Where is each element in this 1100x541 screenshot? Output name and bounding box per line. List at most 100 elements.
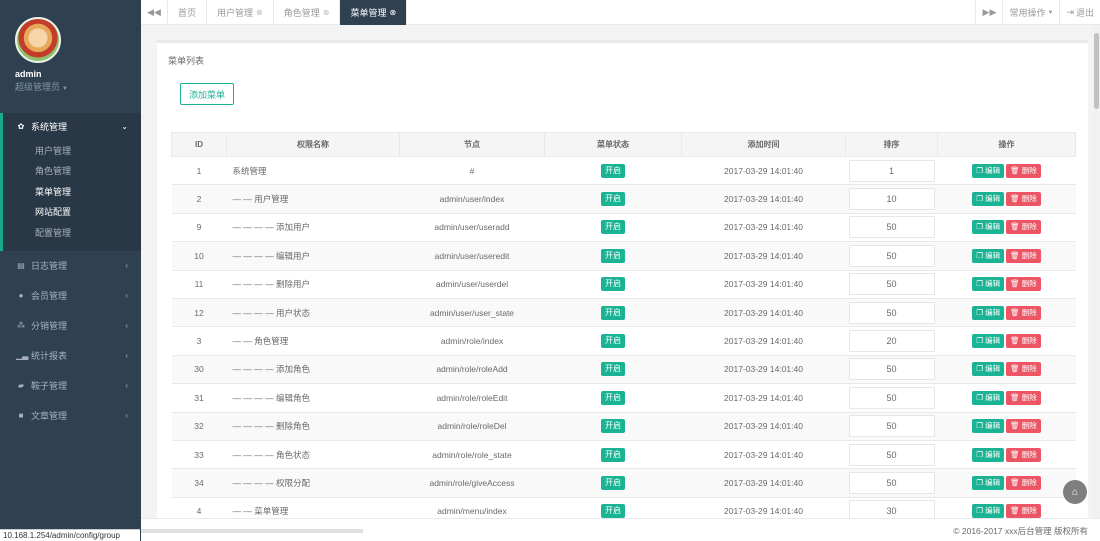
edit-button[interactable]: ❐ 编辑 bbox=[972, 305, 1005, 320]
sort-input[interactable]: 50 bbox=[848, 386, 935, 409]
delete-button[interactable]: 🗑 删除 bbox=[1006, 362, 1041, 377]
tab-menu-management[interactable]: 菜单管理 ⊗ bbox=[340, 0, 408, 25]
tab-role-management[interactable]: 角色管理 ⊗ bbox=[274, 0, 341, 25]
column-header-name[interactable]: 权限名称 bbox=[226, 132, 400, 157]
edit-button[interactable]: ❐ 编辑 bbox=[972, 192, 1005, 207]
delete-button[interactable]: 🗑 删除 bbox=[1006, 334, 1041, 349]
column-header-sort[interactable]: 排序 bbox=[845, 132, 938, 157]
edit-button[interactable]: ❐ 编辑 bbox=[972, 504, 1005, 519]
cell-node: admin/role/role_state bbox=[399, 440, 545, 470]
delete-button[interactable]: 🗑 删除 bbox=[1006, 390, 1041, 405]
status-badge[interactable]: 开启 bbox=[601, 220, 625, 235]
sidebar-item-stats[interactable]: ▁▃ 统计报表 ‹ bbox=[0, 341, 141, 371]
status-badge[interactable]: 开启 bbox=[601, 277, 625, 292]
sort-input[interactable]: 50 bbox=[848, 216, 935, 239]
edit-button[interactable]: ❐ 编辑 bbox=[972, 163, 1005, 178]
sidebar-subitem-users[interactable]: 用户管理 bbox=[3, 140, 141, 161]
tab-home[interactable]: 首页 bbox=[168, 0, 208, 25]
edit-button[interactable]: ❐ 编辑 bbox=[972, 419, 1005, 434]
delete-label: 删除 bbox=[1021, 364, 1037, 374]
column-header-time[interactable]: 添加时间 bbox=[681, 132, 846, 157]
close-icon[interactable]: ⊗ bbox=[389, 8, 396, 17]
sidebar-item-logs[interactable]: ▤ 日志管理 ‹ bbox=[0, 251, 141, 281]
tab-bar: ◀◀ 首页 用户管理 ⊗ 角色管理 ⊗ 菜单管理 ⊗ ▶▶ 常用操作 ▼ ⇥ 退出 bbox=[141, 0, 1100, 25]
status-badge[interactable]: 开启 bbox=[601, 504, 625, 519]
edit-button[interactable]: ❐ 编辑 bbox=[972, 277, 1005, 292]
cell-node: admin/user/user_state bbox=[399, 298, 545, 328]
sidebar-subitem-config[interactable]: 配置管理 bbox=[3, 222, 141, 243]
sort-input[interactable]: 50 bbox=[848, 415, 935, 438]
status-badge[interactable]: 开启 bbox=[601, 419, 625, 434]
sort-input[interactable]: 50 bbox=[848, 443, 935, 466]
common-ops-dropdown[interactable]: 常用操作 ▼ bbox=[1002, 0, 1059, 25]
sort-input[interactable]: 50 bbox=[848, 273, 935, 296]
scrollbar-thumb[interactable] bbox=[1094, 33, 1099, 109]
sort-input[interactable]: 1 bbox=[848, 159, 935, 182]
profile-role-dropdown[interactable]: 超级管理员 ▼ bbox=[15, 80, 68, 93]
sidebar-item-saddle[interactable]: ▰ 鞍子管理 ‹ bbox=[0, 371, 141, 401]
status-badge[interactable]: 开启 bbox=[601, 305, 625, 320]
sort-input[interactable]: 50 bbox=[848, 471, 935, 494]
page-scrollbar[interactable] bbox=[1093, 25, 1100, 529]
sidebar-item-distribution[interactable]: ⁂ 分销管理 ‹ bbox=[0, 311, 141, 341]
status-badge[interactable]: 开启 bbox=[601, 248, 625, 263]
delete-button[interactable]: 🗑 删除 bbox=[1006, 447, 1041, 462]
status-badge[interactable]: 开启 bbox=[601, 475, 625, 490]
column-header-id[interactable]: ID bbox=[171, 132, 227, 157]
add-menu-button[interactable]: 添加菜单 bbox=[180, 83, 234, 105]
close-icon[interactable]: ⊗ bbox=[323, 8, 330, 17]
status-badge[interactable]: 开启 bbox=[601, 334, 625, 349]
delete-button[interactable]: 🗑 删除 bbox=[1006, 192, 1041, 207]
tabs-scroll-right-button[interactable]: ▶▶ bbox=[975, 0, 1002, 25]
delete-button[interactable]: 🗑 删除 bbox=[1006, 163, 1041, 178]
status-badge[interactable]: 开启 bbox=[601, 390, 625, 405]
sidebar-item-members[interactable]: ● 会员管理 ‹ bbox=[0, 281, 141, 311]
edit-button[interactable]: ❐ 编辑 bbox=[972, 334, 1005, 349]
tab-user-management[interactable]: 用户管理 ⊗ bbox=[207, 0, 274, 25]
sort-input[interactable]: 50 bbox=[848, 358, 935, 381]
edit-button[interactable]: ❐ 编辑 bbox=[972, 390, 1005, 405]
home-button[interactable]: ⌂ bbox=[1063, 480, 1087, 504]
cell-actions: ❐ 编辑 🗑 删除 bbox=[937, 412, 1076, 441]
column-header-status[interactable]: 菜单状态 bbox=[544, 132, 682, 157]
delete-button[interactable]: 🗑 删除 bbox=[1006, 475, 1041, 490]
status-badge[interactable]: 开启 bbox=[601, 362, 625, 377]
book-icon: ▰ bbox=[17, 381, 25, 390]
delete-button[interactable]: 🗑 删除 bbox=[1006, 220, 1041, 235]
sidebar-item-label: 文章管理 bbox=[31, 411, 68, 421]
edit-button[interactable]: ❐ 编辑 bbox=[972, 447, 1005, 462]
delete-button[interactable]: 🗑 删除 bbox=[1006, 504, 1041, 519]
sort-input[interactable]: 10 bbox=[848, 188, 935, 211]
sidebar-item-system[interactable]: ✿ 系统管理 ⌄ bbox=[3, 113, 141, 140]
close-icon[interactable]: ⊗ bbox=[256, 8, 263, 17]
delete-button[interactable]: 🗑 删除 bbox=[1006, 419, 1041, 434]
sidebar-subitem-menus[interactable]: 菜单管理 bbox=[3, 181, 141, 202]
edit-label: 编辑 bbox=[985, 307, 1001, 317]
status-badge[interactable]: 开启 bbox=[601, 163, 625, 178]
common-ops-label: 常用操作 bbox=[1009, 8, 1046, 18]
sort-input[interactable]: 50 bbox=[848, 301, 935, 324]
cell-time: 2017-03-29 14:01:40 bbox=[681, 241, 846, 271]
avatar[interactable] bbox=[15, 17, 61, 63]
delete-button[interactable]: 🗑 删除 bbox=[1006, 277, 1041, 292]
column-header-node[interactable]: 节点 bbox=[399, 132, 545, 157]
horizontal-scrollbar[interactable] bbox=[141, 529, 363, 533]
status-badge[interactable]: 开启 bbox=[601, 192, 625, 207]
logout-button[interactable]: ⇥ 退出 bbox=[1059, 0, 1100, 25]
edit-button[interactable]: ❐ 编辑 bbox=[972, 475, 1005, 490]
edit-button[interactable]: ❐ 编辑 bbox=[972, 248, 1005, 263]
edit-button[interactable]: ❐ 编辑 bbox=[972, 220, 1005, 235]
sort-input[interactable]: 50 bbox=[848, 244, 935, 267]
delete-button[interactable]: 🗑 删除 bbox=[1006, 305, 1041, 320]
tabs-scroll-left-button[interactable]: ◀◀ bbox=[141, 0, 168, 25]
sidebar-subitem-site-config[interactable]: 网站配置 bbox=[3, 202, 141, 223]
sidebar-subitem-roles[interactable]: 角色管理 bbox=[3, 161, 141, 182]
cell-status: 开启 bbox=[544, 326, 682, 356]
status-badge[interactable]: 开启 bbox=[601, 447, 625, 462]
menu-list-panel: 菜单列表 添加菜单 ID 权限名称 节点 菜单状态 添加时间 排序 操作 1 系统… bbox=[157, 40, 1088, 530]
sort-input[interactable]: 20 bbox=[848, 330, 935, 353]
edit-button[interactable]: ❐ 编辑 bbox=[972, 362, 1005, 377]
delete-button[interactable]: 🗑 删除 bbox=[1006, 248, 1041, 263]
cell-sort: 20 bbox=[845, 326, 938, 356]
sidebar-item-articles[interactable]: ■ 文章管理 ‹ bbox=[0, 401, 141, 431]
